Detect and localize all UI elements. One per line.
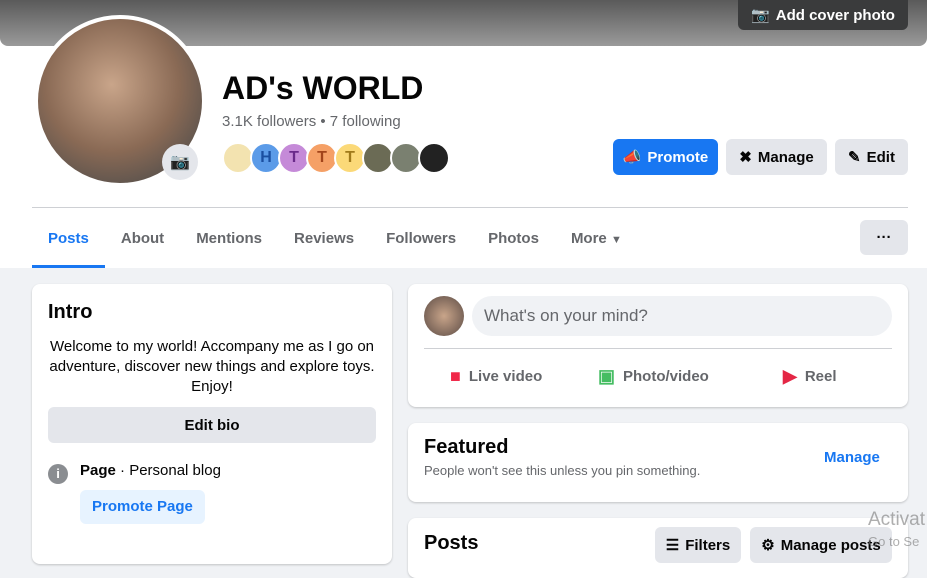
- caret-down-icon: ▼: [610, 234, 622, 246]
- pencil-icon: ✎: [848, 149, 861, 166]
- photo-video-button[interactable]: ▣ Photo/video: [598, 366, 709, 387]
- tab-photos[interactable]: Photos: [472, 220, 555, 268]
- featured-subtitle: People won't see this unless you pin som…: [424, 463, 701, 478]
- profile-header: 📷 Add cover photo 📷 AD's WORLD 3.1K follo…: [0, 0, 927, 268]
- page-title: AD's WORLD: [222, 70, 424, 106]
- tab-followers[interactable]: Followers: [370, 220, 472, 268]
- featured-title: Featured: [424, 436, 509, 458]
- featured-card: Featured People won't see this unless yo…: [408, 423, 908, 502]
- promote-button[interactable]: 📣 Promote: [613, 139, 718, 175]
- promote-page-button[interactable]: Promote Page: [80, 490, 205, 524]
- info-icon: i: [48, 464, 68, 484]
- tab-more[interactable]: More ▼: [555, 220, 638, 268]
- follower-stats[interactable]: 3.1K followers • 7 following: [222, 113, 401, 130]
- more-options-button[interactable]: ···: [860, 220, 908, 255]
- intro-title: Intro: [48, 301, 93, 323]
- gear-icon: ⚙: [761, 537, 775, 554]
- activation-watermark: Activat Go to Se: [868, 509, 926, 549]
- tools-icon: ✖: [739, 149, 752, 166]
- filters-button[interactable]: ☰ Filters: [655, 527, 741, 563]
- manage-button[interactable]: ✖ Manage: [726, 139, 827, 175]
- tab-reviews[interactable]: Reviews: [278, 220, 370, 268]
- page-category: Page · Personal blog: [80, 462, 221, 479]
- posts-card: Posts ☰ Filters ⚙ Manage posts: [408, 518, 908, 578]
- profile-tabs: Posts About Mentions Reviews Followers P…: [32, 220, 638, 268]
- user-avatar: [424, 296, 464, 336]
- camera-icon[interactable]: 📷: [162, 144, 198, 180]
- edit-button[interactable]: ✎ Edit: [835, 139, 908, 175]
- tab-posts[interactable]: Posts: [32, 220, 105, 268]
- follower-avatar[interactable]: [418, 142, 450, 174]
- camera-icon: 📷: [751, 7, 770, 24]
- posts-title: Posts: [424, 532, 479, 554]
- featured-manage-link[interactable]: Manage: [824, 449, 880, 466]
- edit-bio-button[interactable]: Edit bio: [48, 407, 376, 443]
- video-camera-icon: ■: [450, 366, 461, 386]
- divider: [424, 348, 892, 349]
- intro-bio: Welcome to my world! Accompany me as I g…: [49, 338, 375, 395]
- live-video-button[interactable]: ■ Live video: [450, 366, 542, 387]
- composer-card: What's on your mind? ■ Live video ▣ Photo/…: [408, 284, 908, 407]
- tab-mentions[interactable]: Mentions: [180, 220, 278, 268]
- filter-icon: ☰: [665, 537, 680, 554]
- tab-about[interactable]: About: [105, 220, 180, 268]
- megaphone-icon: 📣: [622, 149, 642, 166]
- status-input[interactable]: What's on your mind?: [472, 296, 892, 336]
- intro-card: Intro Welcome to my world! Accompany me …: [32, 284, 392, 564]
- photo-icon: ▣: [598, 366, 616, 386]
- reel-icon: ▶: [783, 366, 797, 386]
- divider: [32, 207, 908, 208]
- follower-avatars[interactable]: HTTT: [222, 142, 450, 174]
- reel-button[interactable]: ▶ Reel: [783, 366, 837, 387]
- add-cover-photo-button[interactable]: 📷 Add cover photo: [738, 0, 908, 30]
